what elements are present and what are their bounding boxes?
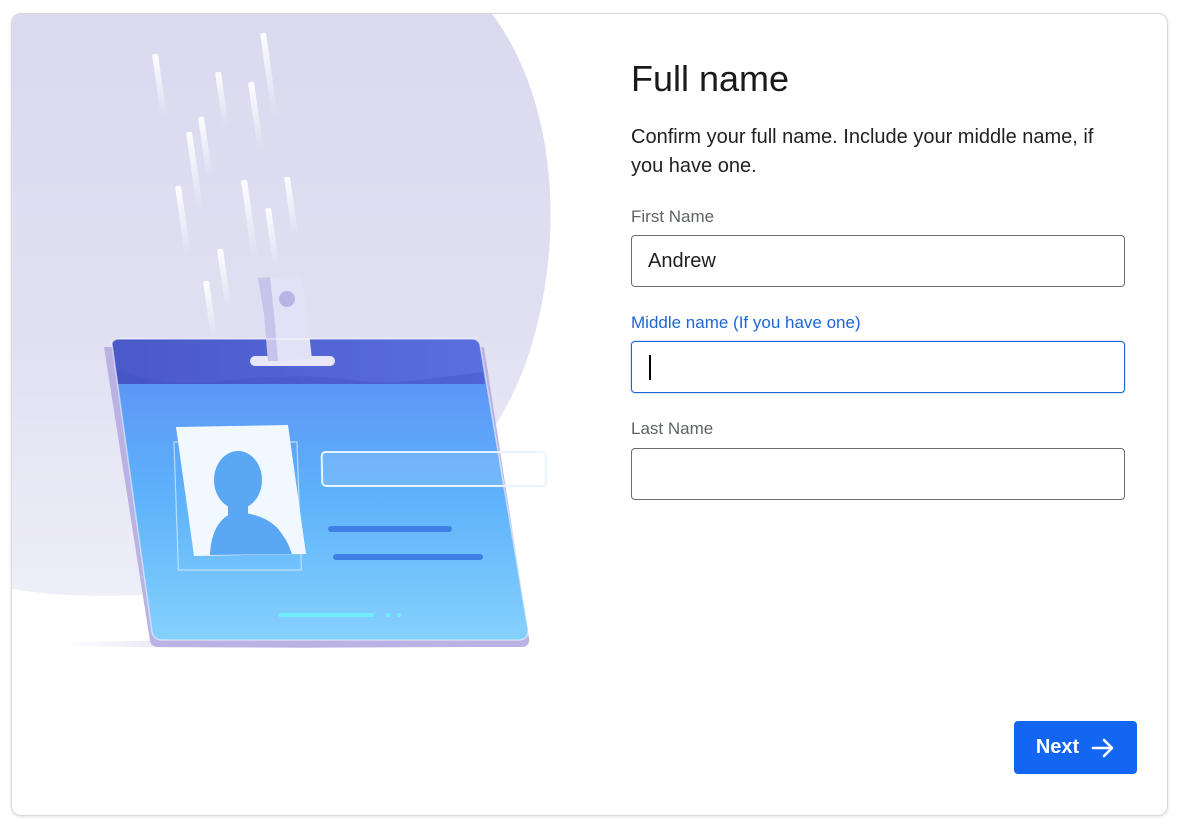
middle-name-input[interactable] [631,341,1125,393]
last-name-input[interactable] [631,448,1125,500]
arrow-right-icon [1091,738,1115,758]
id-badge-illustration [12,14,572,815]
page-title: Full name [631,58,790,99]
last-name-label: Last Name [631,419,714,438]
next-button-label: Next [1035,736,1080,758]
next-button[interactable]: Next [1014,721,1137,774]
setup-card: Full name Confirm your full name. Includ… [11,13,1168,816]
text-caret [649,355,651,380]
first-name-input[interactable] [631,235,1125,287]
first-name-label: First Name [631,207,715,226]
page-description: Confirm your full name. Include your mid… [631,126,1094,177]
middle-name-label: Middle name (If you have one) [631,313,861,332]
full-name-form: Full name Confirm your full name. Includ… [631,14,1137,815]
